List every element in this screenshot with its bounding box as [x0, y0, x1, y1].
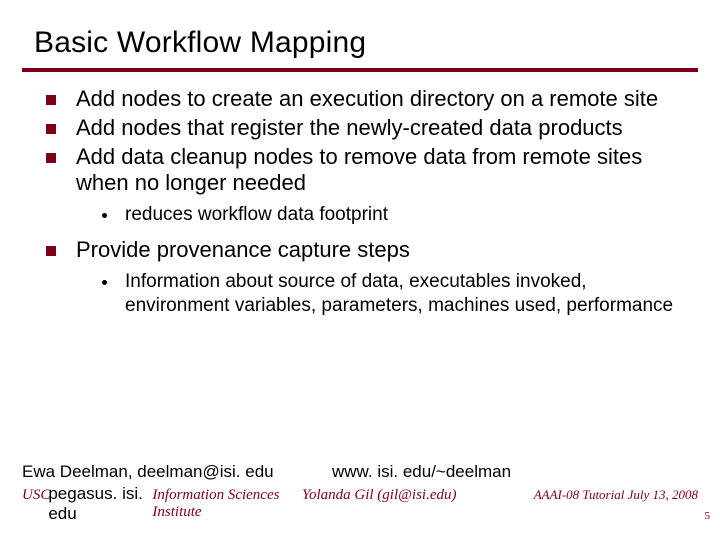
bullet-text: Add nodes to create an execution directo…	[76, 86, 690, 113]
sub-bullet-icon	[102, 280, 107, 285]
bullet-icon	[46, 153, 56, 163]
bullet-icon	[46, 246, 56, 256]
slide-title: Basic Workflow Mapping	[34, 26, 720, 60]
footer-author: Ewa Deelman, deelman@isi. edu	[22, 462, 332, 482]
page-number: 5	[705, 510, 711, 522]
slide-footer: Ewa Deelman, deelman@isi. edu www. isi. …	[0, 462, 720, 524]
slide-body: Add nodes to create an execution directo…	[0, 72, 720, 317]
footer-org-prefix: USC	[22, 487, 50, 504]
footer-event: AAAI-08 Tutorial July 13, 2008	[534, 487, 698, 503]
bullet-text: Add data cleanup nodes to remove data fr…	[76, 144, 690, 198]
sub-bullet-text: Information about source of data, execut…	[125, 270, 690, 318]
footer-overlay-text: pegasus. isi. edu	[48, 484, 154, 524]
bullet-icon	[46, 95, 56, 105]
bullet-text: Add nodes that register the newly-create…	[76, 115, 690, 142]
footer-url: www. isi. edu/~deelman	[332, 462, 698, 482]
footer-presenter: Yolanda Gil (gil@isi.edu)	[302, 487, 534, 504]
footer-org-suffix: Information Sciences Institute	[152, 487, 302, 521]
bullet-icon	[46, 124, 56, 134]
sub-bullet-text: reduces workflow data footprint	[125, 203, 690, 227]
bullet-text: Provide provenance capture steps	[76, 237, 690, 264]
sub-bullet-icon	[102, 213, 107, 218]
